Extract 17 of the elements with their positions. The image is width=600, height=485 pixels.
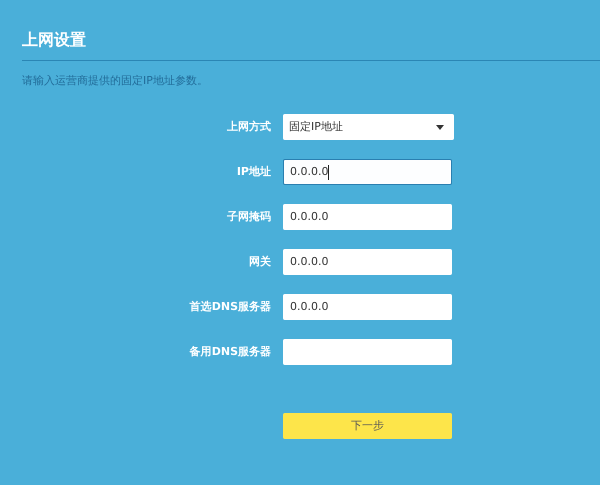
page-title: 上网设置: [22, 29, 87, 51]
dropdown[interactable]: 固定IP地址: [283, 114, 454, 140]
input-field[interactable]: [283, 339, 452, 365]
input-field[interactable]: 0.0.0.0: [283, 159, 452, 185]
field-label: 首选DNS服务器: [188, 298, 271, 315]
input-field[interactable]: 0.0.0.0: [283, 249, 452, 275]
dropdown-value: 固定IP地址: [289, 118, 343, 135]
input-field[interactable]: 0.0.0.0: [283, 204, 452, 230]
field-label: 上网方式: [226, 118, 271, 135]
field-label: 子网掩码: [226, 208, 271, 225]
field-label: 备用DNS服务器: [188, 344, 271, 360]
caret-icon: [436, 124, 444, 130]
description: 请输入运营商提供的固定IP地址参数。: [22, 73, 209, 89]
field-label: 网关: [248, 254, 271, 270]
field-label: IP地址: [236, 164, 271, 180]
next-button[interactable]: 下一步: [283, 413, 452, 439]
input-field[interactable]: 0.0.0.0: [283, 294, 452, 320]
